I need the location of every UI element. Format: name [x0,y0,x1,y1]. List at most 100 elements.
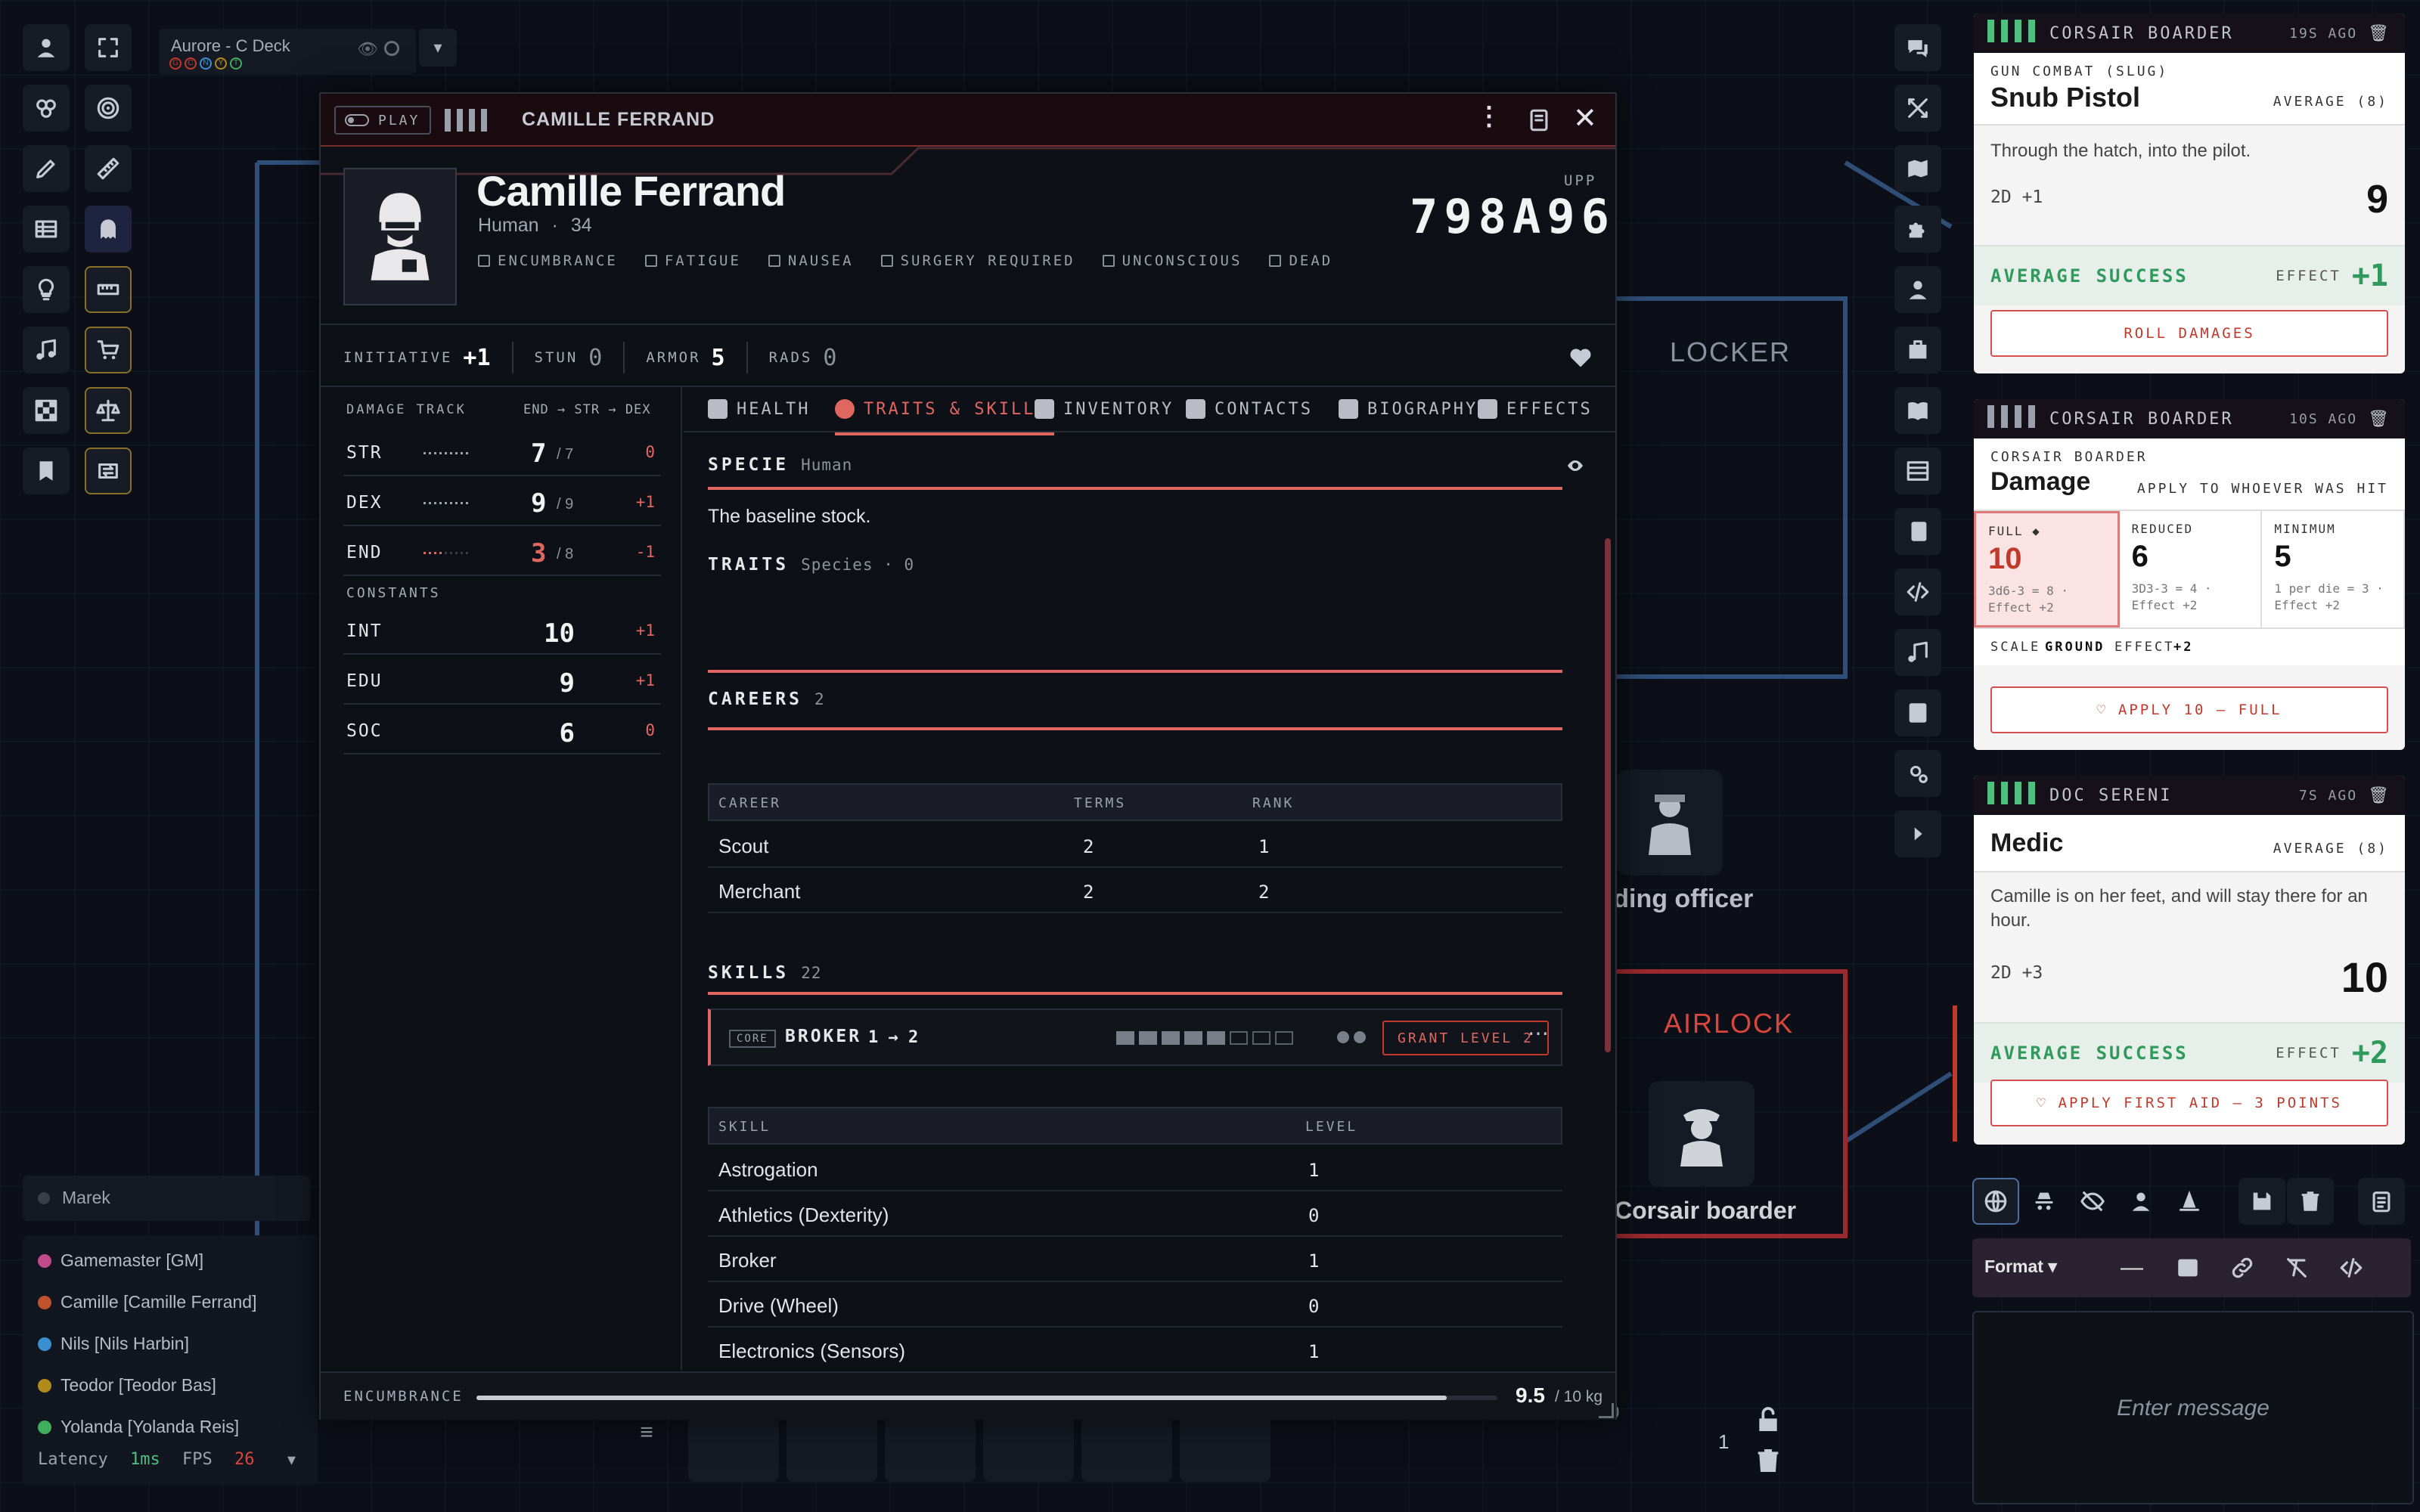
portrait[interactable] [343,168,457,305]
delete-icon[interactable]: 🗑 [2368,786,2391,805]
actor-icon[interactable] [1894,266,1941,313]
tab-inventory[interactable]: INVENTORY [1035,399,1174,419]
target-icon[interactable] [85,85,132,132]
sheet-config-icon[interactable] [1526,106,1552,135]
skill-row[interactable]: Electronics (Sensors) 1 [708,1328,1562,1370]
kebab-menu-icon[interactable]: ⋮ [1476,101,1502,132]
clipboard-icon[interactable] [2358,1178,2405,1225]
characteristic-row[interactable]: END 3 / 8 -1 [343,532,661,576]
ghost-icon[interactable] [85,206,132,253]
card-total[interactable]: 10 [2341,953,2388,1002]
horizontal-rule-icon[interactable]: — [2121,1255,2143,1281]
image-icon[interactable] [2175,1255,2201,1281]
character-name[interactable]: Camille Ferrand [476,166,786,215]
delete-icon[interactable]: 🗑 [2368,24,2391,43]
apply-damage-button[interactable]: ♡ APPLY 10 — FULL [1990,686,2388,733]
map-icon[interactable] [1894,145,1941,192]
constant-row[interactable]: INT 10 +1 [343,611,661,655]
eye-slash-icon[interactable] [2069,1178,2116,1225]
skill-row[interactable]: Athletics (Dexterity) 0 [708,1191,1562,1237]
save-icon[interactable] [2238,1178,2285,1225]
grant-level-button[interactable]: GRANT LEVEL 2 [1382,1021,1549,1055]
apply-first-aid-button[interactable]: ♡ APPLY FIRST AID — 3 POINTS [1990,1080,2388,1126]
scales-icon[interactable] [85,387,132,434]
tab-traits-skills[interactable]: TRAITS & SKILLS [835,399,1054,435]
ruler-icon[interactable] [85,145,132,192]
checker-icon[interactable] [23,387,70,434]
initiative-value[interactable]: +1 [463,345,490,371]
player-row[interactable]: Teodor [Teodor Bas] [38,1375,216,1396]
condition-checkbox[interactable]: DEAD [1269,253,1333,269]
const-value[interactable]: 10 [514,618,575,649]
const-value[interactable]: 6 [514,718,575,748]
eye-icon[interactable]: 👁 [357,39,378,59]
globe-icon[interactable] [1972,1178,2019,1225]
lightbulb-icon[interactable] [23,266,70,313]
sheet-titlebar[interactable]: PLAY CAMILLE FERRAND ⋮ ✕ [321,94,1615,147]
combat-icon[interactable] [1894,85,1941,132]
delete-icon[interactable]: 🗑 [2368,410,2391,429]
record-icon[interactable] [384,41,399,56]
skill-row[interactable]: Broker 1 [708,1237,1562,1282]
compendium-icon[interactable] [1894,689,1941,736]
tab-effects[interactable]: EFFECTS [1478,399,1593,419]
characteristic-row[interactable]: STR 7 / 7 0 [343,432,661,476]
skill-row[interactable]: Drive (Wheel) 0 [708,1282,1562,1328]
scene-selector[interactable]: Aurore - C Deck GCNYT 👁 [159,29,416,74]
stun-value[interactable]: 0 [588,345,602,371]
table-icon[interactable] [23,206,70,253]
corsair-boarder-token[interactable] [1649,1081,1754,1187]
condition-checkbox[interactable]: ENCUMBRANCE [478,253,618,269]
players-collapse-icon[interactable]: ▾ [287,1450,296,1470]
boarding-officer-token[interactable] [1617,770,1723,875]
career-row[interactable]: Merchant 2 2 [708,868,1562,913]
heart-icon[interactable] [1567,343,1594,370]
spy-icon[interactable] [2021,1178,2068,1225]
constant-row[interactable]: SOC 6 0 [343,711,661,754]
condition-checkbox[interactable]: FATIGUE [644,253,741,269]
eye-icon[interactable] [1564,457,1587,475]
scene-canvas[interactable]: LOCKER AIRLOCK rding officer Corsair boa… [0,0,2420,1512]
player-row[interactable]: Nils [Nils Harbin] [38,1334,189,1354]
puzzle-icon[interactable] [1894,206,1941,253]
resize-handle[interactable] [1599,1403,1614,1418]
tab-contacts[interactable]: CONTACTS [1186,399,1313,419]
chat-icon[interactable] [1894,24,1941,71]
player-row[interactable]: Gamemaster [GM] [38,1250,203,1271]
condition-checkbox[interactable]: UNCONSCIOUS [1102,253,1243,269]
damage-option-minimum[interactable]: MINIMUM 5 1 per die = 3 · Effect +2 [2262,511,2405,627]
scrollbar-thumb[interactable] [1605,538,1611,1052]
more-icon[interactable]: ⋯ [1528,1021,1549,1046]
tab-health[interactable]: HEALTH [708,399,810,419]
collapse-sidebar-icon[interactable] [1894,810,1941,857]
cards-icon[interactable] [1894,508,1941,555]
armor-value[interactable]: 5 [712,345,725,371]
unlock-icon[interactable] [1753,1405,1783,1435]
settings-icon[interactable] [1894,750,1941,797]
swap-icon[interactable] [85,448,132,494]
trash-icon[interactable] [2287,1178,2334,1225]
measure-icon[interactable] [85,266,132,313]
self-player[interactable]: Marek [23,1176,310,1221]
format-dropdown[interactable]: Format ▾ [1984,1256,2057,1277]
music-icon[interactable] [23,327,70,373]
skill-row[interactable]: Astrogation 1 [708,1146,1562,1191]
dice-icon[interactable] [23,85,70,132]
player-row[interactable]: Yolanda [Yolanda Reis] [38,1417,239,1437]
trash-icon[interactable] [1753,1445,1783,1476]
tables-icon[interactable] [1894,448,1941,494]
constant-row[interactable]: EDU 9 +1 [343,661,661,705]
roll-damages-button[interactable]: ROLL DAMAGES [1990,310,2388,357]
fullscreen-icon[interactable] [85,24,132,71]
wizard-hat-icon[interactable] [2166,1178,2213,1225]
card-total[interactable]: 9 [2366,177,2388,222]
pen-icon[interactable] [23,145,70,192]
rads-value[interactable]: 0 [823,345,836,371]
career-row[interactable]: Scout 2 1 [708,823,1562,868]
condition-checkbox[interactable]: NAUSEA [768,253,854,269]
characteristic-row[interactable]: DEX 9 / 9 +1 [343,482,661,526]
playlist-icon[interactable] [1894,629,1941,676]
user-icon[interactable] [2118,1178,2164,1225]
tab-biography[interactable]: BIOGRAPHY [1339,399,1478,419]
scene-dropdown-button[interactable]: ▾ [419,29,457,67]
